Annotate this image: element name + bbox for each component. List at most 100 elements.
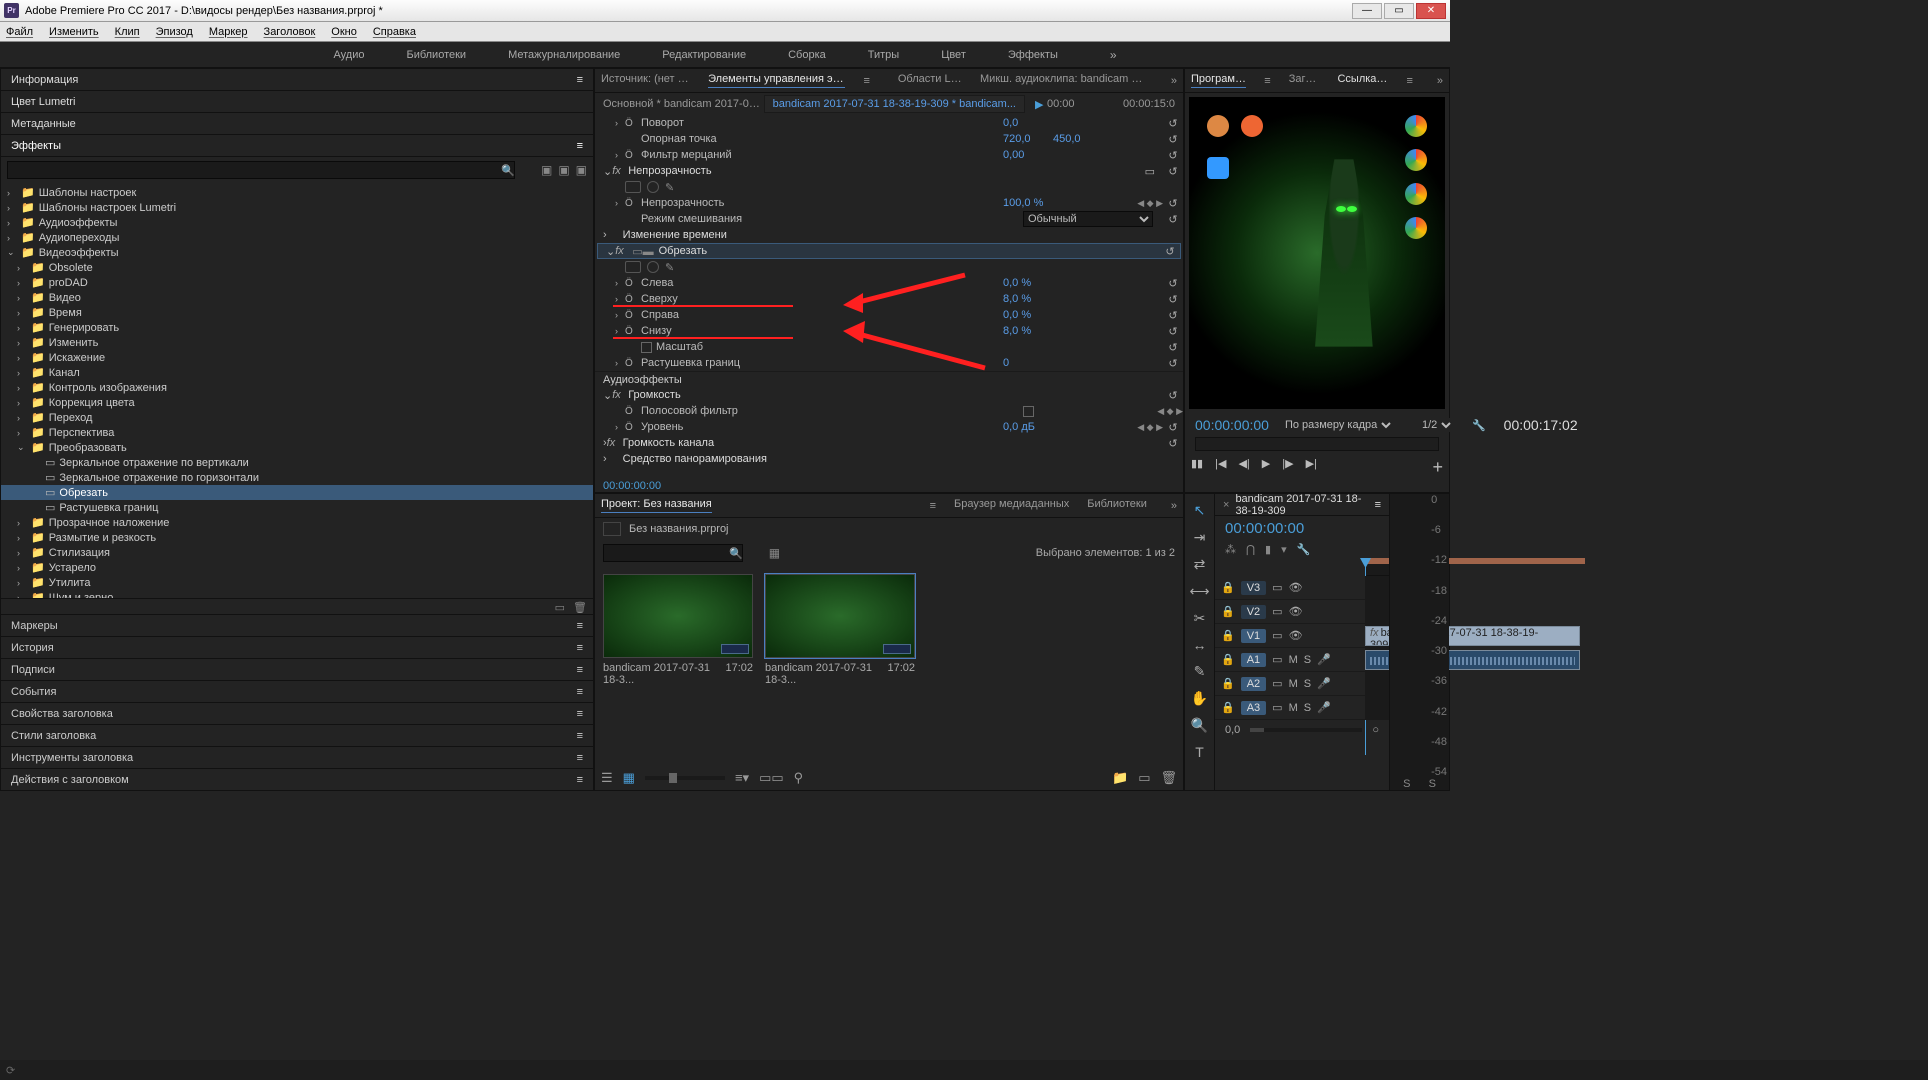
maximize-button[interactable]: ▭: [1384, 3, 1414, 19]
program-in-timecode[interactable]: 00:00:00:00: [1195, 417, 1269, 433]
fx-folder[interactable]: ›📁Стилизация: [1, 545, 593, 560]
panner-fx[interactable]: Средство панорамирования: [621, 453, 1183, 465]
mask-ellipse-icon[interactable]: [625, 181, 641, 193]
source-tab[interactable]: Источник: (нет клипов): [601, 73, 690, 88]
new-item-icon[interactable]: ▭: [1138, 770, 1150, 786]
blend-select[interactable]: Обычный: [1023, 211, 1153, 227]
fx-badge-2-icon[interactable]: ▣: [558, 163, 569, 177]
step-back-icon[interactable]: ◀|: [1238, 457, 1249, 478]
crop-left-label[interactable]: Слева: [637, 277, 1003, 289]
blend-label[interactable]: Режим смешивания: [637, 213, 1023, 225]
settings-icon[interactable]: ▾: [1281, 543, 1287, 556]
slip-tool-icon[interactable]: ↔: [1193, 637, 1207, 653]
reset-icon[interactable]: ↺: [1163, 117, 1183, 130]
effects-panel-tab[interactable]: Эффекты≡: [1, 135, 593, 157]
rotation-label[interactable]: Поворот: [637, 117, 1003, 129]
menu-clip[interactable]: Клип: [115, 26, 140, 38]
accordion-стили-заголовка[interactable]: Стили заголовка≡: [1, 724, 593, 746]
pen-tool-icon[interactable]: ✎: [1194, 663, 1206, 680]
add-marker-icon[interactable]: ▮▮: [1191, 457, 1203, 478]
new-bin-icon[interactable]: ▭: [555, 601, 565, 612]
fx-folder[interactable]: ⌄📁Преобразовать: [1, 440, 593, 455]
level-value[interactable]: 0,0 дБ: [1003, 421, 1103, 433]
menu-file[interactable]: Файл: [6, 26, 33, 38]
eye-icon[interactable]: 👁: [1289, 581, 1303, 594]
sort-icon[interactable]: ≡▾: [735, 770, 749, 786]
marker-icon[interactable]: ▮: [1265, 543, 1271, 556]
ws-color[interactable]: Цвет: [935, 47, 972, 63]
sequence-tab[interactable]: bandicam 2017-07-31 18-38-19-309: [1235, 493, 1374, 517]
selection-tool-icon[interactable]: ↖: [1194, 502, 1206, 519]
close-button[interactable]: ✕: [1416, 3, 1446, 19]
delete-icon[interactable]: 🗑: [573, 601, 587, 612]
track-a1-lane[interactable]: [1365, 648, 1389, 671]
mask-rect-icon[interactable]: [647, 181, 659, 193]
crop-top-label[interactable]: Сверху: [637, 293, 1003, 305]
media-browser-tab[interactable]: Браузер медиаданных: [954, 498, 1069, 513]
fx-folder[interactable]: ⌄📁Видеоэффекты: [1, 245, 593, 260]
rotation-value[interactable]: 0,0: [1003, 117, 1103, 129]
fx-folder[interactable]: ›📁Утилита: [1, 575, 593, 590]
track-a2-lane[interactable]: [1365, 672, 1389, 695]
list-view-icon[interactable]: ☰: [601, 770, 613, 786]
anchor-x[interactable]: 720,0: [1003, 133, 1053, 145]
fx-folder[interactable]: ›📁Перспектива: [1, 425, 593, 440]
project-item[interactable]: bandicam 2017-07-31 18-3...17:02: [765, 574, 915, 686]
project-search-input[interactable]: [603, 544, 743, 562]
fx-badge-3-icon[interactable]: ▣: [576, 163, 587, 177]
libraries-tab[interactable]: Библиотеки: [1087, 498, 1147, 513]
wrench-icon[interactable]: 🔧: [1472, 419, 1486, 432]
track-select-tool-icon[interactable]: ⇥: [1194, 529, 1206, 546]
ripple-tool-icon[interactable]: ⇄: [1194, 556, 1206, 573]
opacity-fx[interactable]: Непрозрачность: [626, 165, 1144, 177]
program-tab[interactable]: Программа: bandicam 2017-07-31 18-38-19-…: [1191, 73, 1246, 88]
flicker-label[interactable]: Фильтр мерцаний: [637, 149, 1003, 161]
effect-controls-tab[interactable]: Элементы управления эффектами: [708, 73, 845, 88]
minimize-button[interactable]: —: [1352, 3, 1382, 19]
fx-folder[interactable]: ›📁Шум и зерно: [1, 590, 593, 598]
hand-tool-icon[interactable]: ✋: [1191, 690, 1208, 707]
crop-top-value[interactable]: 8,0 %: [1003, 293, 1103, 305]
mic-icon[interactable]: 🎤: [1317, 653, 1331, 666]
fx-folder[interactable]: ›📁Видео: [1, 290, 593, 305]
mask-pen-icon[interactable]: ✎: [665, 181, 674, 194]
zoom-value[interactable]: 0,0: [1225, 724, 1240, 736]
fx-preset[interactable]: ▭Обрезать: [1, 485, 593, 500]
find-icon[interactable]: ⚲: [794, 770, 804, 786]
fx-folder[interactable]: ›📁Контроль изображения: [1, 380, 593, 395]
opacity-value[interactable]: 100,0 %: [1003, 197, 1103, 209]
ws-metalogging[interactable]: Метажурналирование: [502, 47, 626, 63]
accordion-подписи[interactable]: Подписи≡: [1, 658, 593, 680]
fx-folder[interactable]: ›📁Шаблоны настроек Lumetri: [1, 200, 593, 215]
wrench-icon[interactable]: 🔧: [1297, 543, 1311, 556]
channel-volume-fx[interactable]: Громкость канала: [621, 437, 1163, 449]
clear-icon[interactable]: 🗑: [1160, 770, 1177, 786]
menu-marker[interactable]: Маркер: [209, 26, 248, 38]
program-ruler[interactable]: [1195, 437, 1439, 451]
menu-help[interactable]: Справка: [373, 26, 416, 38]
fx-folder[interactable]: ›📁Генерировать: [1, 320, 593, 335]
ws-titles[interactable]: Титры: [862, 47, 905, 63]
project-item[interactable]: bandicam 2017-07-31 18-3...17:02: [603, 574, 753, 686]
effects-search-input[interactable]: [7, 161, 515, 179]
level-label[interactable]: Уровень: [637, 421, 1003, 433]
track-a3-label[interactable]: A3: [1241, 701, 1266, 715]
menu-edit[interactable]: Изменить: [49, 26, 99, 38]
fx-folder[interactable]: ›📁Устарело: [1, 560, 593, 575]
track-v2-label[interactable]: V2: [1241, 605, 1266, 619]
panel-menu-icon[interactable]: ≡: [1264, 75, 1270, 87]
menu-sequence[interactable]: Эпизод: [156, 26, 193, 38]
accordion-маркеры[interactable]: Маркеры≡: [1, 614, 593, 636]
lumetri-scopes-tab[interactable]: Области Lumetri: [898, 73, 962, 88]
accordion-события[interactable]: События≡: [1, 680, 593, 702]
fx-folder[interactable]: ›📁Obsolete: [1, 260, 593, 275]
accordion-действия-с-заголовком[interactable]: Действия с заголовком≡: [1, 768, 593, 790]
ws-editing[interactable]: Редактирование: [656, 47, 752, 63]
thumb-size-slider[interactable]: [645, 776, 725, 780]
timeline-ruler[interactable]: [1365, 558, 1389, 576]
ws-assembly[interactable]: Сборка: [782, 47, 832, 63]
crop-scale-label[interactable]: Масштаб: [637, 341, 1103, 353]
new-bin-icon[interactable]: 📁: [1112, 770, 1128, 786]
track-v2-lane[interactable]: [1365, 600, 1389, 623]
razor-tool-icon[interactable]: ✂: [1194, 610, 1206, 627]
